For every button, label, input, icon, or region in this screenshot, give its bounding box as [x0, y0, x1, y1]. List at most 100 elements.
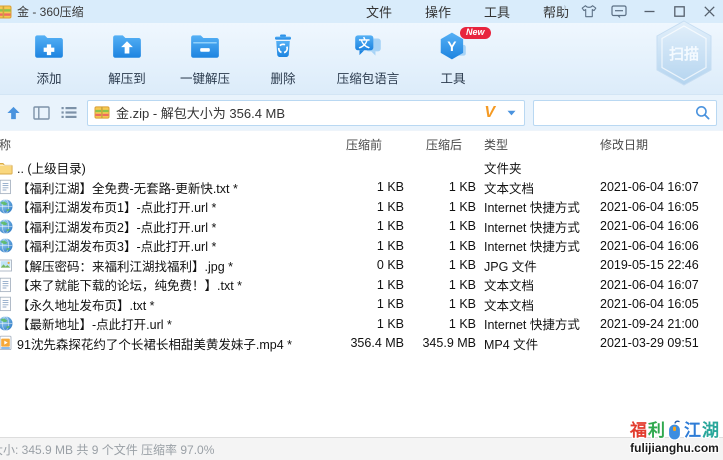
- file-type: MP4 文件: [476, 334, 600, 353]
- url-icon: [0, 238, 13, 254]
- search-input[interactable]: [540, 103, 695, 123]
- size-after: 1 KB: [404, 239, 476, 253]
- txt-icon: [0, 277, 13, 293]
- watermark-logo: 福 利 江 湖: [630, 420, 719, 441]
- menu-tools[interactable]: 工具: [484, 2, 518, 21]
- file-name: .. (上级目录): [17, 158, 86, 177]
- file-type: 文本文档: [476, 295, 600, 314]
- statusbar: 大小: 345.9 MB 共 9 个文件 压缩率 97.0%: [0, 437, 723, 460]
- archive-path-combobox[interactable]: 金.zip - 解包大小为 356.4 MB V: [87, 100, 525, 126]
- header-type[interactable]: 类型: [476, 136, 600, 153]
- table-row[interactable]: 【福利江湖】全免费-无套路-更新快.txt *1 KB1 KB文本文档2021-…: [0, 178, 723, 198]
- archive-language-icon: 文: [352, 31, 384, 66]
- file-type: Internet 快捷方式: [476, 217, 600, 236]
- file-type: Internet 快捷方式: [476, 314, 600, 333]
- toolbar-button-label: 删除: [270, 68, 295, 87]
- size-before: 0 KB: [338, 258, 404, 272]
- one-click-extract-icon: [189, 31, 221, 66]
- vip-v-icon[interactable]: V: [484, 104, 495, 122]
- table-row[interactable]: 【福利江湖发布页1】-点此打开.url *1 KB1 KBInternet 快捷…: [0, 197, 723, 217]
- toolbar-button-label: 添加: [36, 68, 61, 87]
- scan-label: 扫描: [669, 45, 699, 63]
- file-type: 文本文档: [476, 275, 600, 294]
- header-size-after[interactable]: 压缩后: [404, 136, 476, 153]
- new-badge: New: [460, 27, 491, 39]
- url-icon: [0, 218, 13, 234]
- extract-to-button[interactable]: 解压到: [88, 28, 166, 90]
- size-before: 1 KB: [338, 239, 404, 253]
- pathbar: 金.zip - 解包大小为 356.4 MB V: [0, 95, 723, 130]
- size-before: 1 KB: [338, 317, 404, 331]
- toolbar-button-label: 压缩包语言: [337, 68, 400, 87]
- dropdown-caret-icon[interactable]: [507, 110, 516, 116]
- one-click-extract-button[interactable]: 一键解压: [166, 28, 244, 90]
- table-row[interactable]: 【福利江湖发布页2】-点此打开.url *1 KB1 KBInternet 快捷…: [0, 217, 723, 237]
- table-row[interactable]: 91沈先森探花约了个长裙长相甜美黄发妹子.mp4 * 356.4 MB345.9 …: [0, 334, 723, 354]
- watermark-char: 湖: [702, 422, 719, 441]
- tools-button[interactable]: New Y 工具: [414, 28, 492, 90]
- modified-date: 2021-06-04 16:07: [600, 180, 723, 194]
- modified-date: 2019-05-15 22:46: [600, 258, 723, 272]
- toolbar-button-label: 一键解压: [180, 68, 230, 87]
- up-level-icon[interactable]: [4, 102, 24, 124]
- table-row[interactable]: 【来了就能下载的论坛，纯免费！】.txt *1 KB1 KB文本文档2021-0…: [0, 275, 723, 295]
- table-row[interactable]: 【解压密码：来福利江湖找福利】.jpg *0 KB1 KBJPG 文件2019-…: [0, 256, 723, 276]
- file-list: .. (上级目录)文件夹【福利江湖】全免费-无套路-更新快.txt *1 KB1…: [0, 158, 723, 437]
- menu-file[interactable]: 文件: [366, 2, 400, 21]
- size-before: 1 KB: [338, 180, 404, 194]
- skin-icon[interactable]: [581, 4, 597, 20]
- file-name: 【永久地址发布页】.txt *: [17, 295, 155, 314]
- size-after: 345.9 MB: [404, 336, 476, 350]
- watermark-char: 江: [684, 422, 701, 441]
- file-name: 91沈先森探花约了个长裙长相甜美黄发妹子.mp4 *: [17, 334, 292, 353]
- table-row[interactable]: .. (上级目录) 文件夹: [0, 158, 723, 178]
- table-row[interactable]: 【永久地址发布页】.txt *1 KB1 KB文本文档2021-06-04 16…: [0, 295, 723, 315]
- url-icon: [0, 199, 13, 215]
- file-name: 【解压密码：来福利江湖找福利】.jpg *: [17, 256, 233, 275]
- archive-language-button[interactable]: 文 压缩包语言: [322, 28, 414, 90]
- table-row[interactable]: 【最新地址】-点此打开.url *1 KB1 KBInternet 快捷方式20…: [0, 314, 723, 334]
- feedback-icon[interactable]: [611, 4, 627, 20]
- file-name: 【福利江湖】全免费-无套路-更新快.txt *: [17, 178, 238, 197]
- modified-date: 2021-06-04 16:05: [600, 297, 723, 311]
- size-after: 1 KB: [404, 258, 476, 272]
- fulijianghu-watermark: 福 利 江 湖 fulijianghu.com: [630, 420, 719, 455]
- window-title: 金 - 360压缩: [17, 3, 84, 20]
- header-size-before[interactable]: 压缩前: [338, 136, 404, 153]
- extract-to-icon: [111, 31, 143, 66]
- file-name: 【福利江湖发布页1】-点此打开.url *: [17, 197, 216, 216]
- size-after: 1 KB: [404, 219, 476, 233]
- pane-view-icon[interactable]: [32, 102, 52, 124]
- add-archive-icon: [33, 31, 65, 66]
- watermark-domain: fulijianghu.com: [630, 442, 719, 455]
- scan-button[interactable]: 扫描: [653, 13, 715, 93]
- menu-operation[interactable]: 操作: [425, 2, 459, 21]
- search-icon[interactable]: [695, 105, 710, 120]
- titlebar-divider: [564, 5, 565, 18]
- table-row[interactable]: 【福利江湖发布页3】-点此打开.url *1 KB1 KBInternet 快捷…: [0, 236, 723, 256]
- size-before: 1 KB: [338, 278, 404, 292]
- toolbar: 添加 解压到 一键解压: [0, 23, 723, 95]
- size-after: 1 KB: [404, 297, 476, 311]
- header-date[interactable]: 修改日期: [600, 136, 723, 153]
- header-name[interactable]: 名称: [0, 136, 338, 153]
- size-before: 356.4 MB: [338, 336, 404, 350]
- modified-date: 2021-06-04 16:05: [600, 200, 723, 214]
- url-icon: [0, 316, 13, 332]
- file-name: 【福利江湖发布页3】-点此打开.url *: [17, 236, 216, 255]
- jpg-icon: [0, 257, 13, 273]
- add-button[interactable]: 添加: [10, 28, 88, 90]
- delete-button[interactable]: 删除: [244, 28, 322, 90]
- file-type: Internet 快捷方式: [476, 197, 600, 216]
- list-view-icon[interactable]: [59, 102, 79, 124]
- modified-date: 2021-09-24 21:00: [600, 317, 723, 331]
- 360zip-window: 金 - 360压缩 文件 操作 工具 帮助: [0, 0, 723, 460]
- table-header: 名称 压缩前 压缩后 类型 修改日期: [0, 130, 723, 158]
- size-after: 1 KB: [404, 180, 476, 194]
- archive-app-icon: [0, 4, 12, 20]
- mp4-icon: [0, 335, 13, 351]
- file-type: 文件夹: [476, 158, 600, 177]
- modified-date: 2021-06-04 16:06: [600, 219, 723, 233]
- modified-date: 2021-06-04 16:07: [600, 278, 723, 292]
- titlebar: 金 - 360压缩 文件 操作 工具 帮助: [0, 0, 723, 23]
